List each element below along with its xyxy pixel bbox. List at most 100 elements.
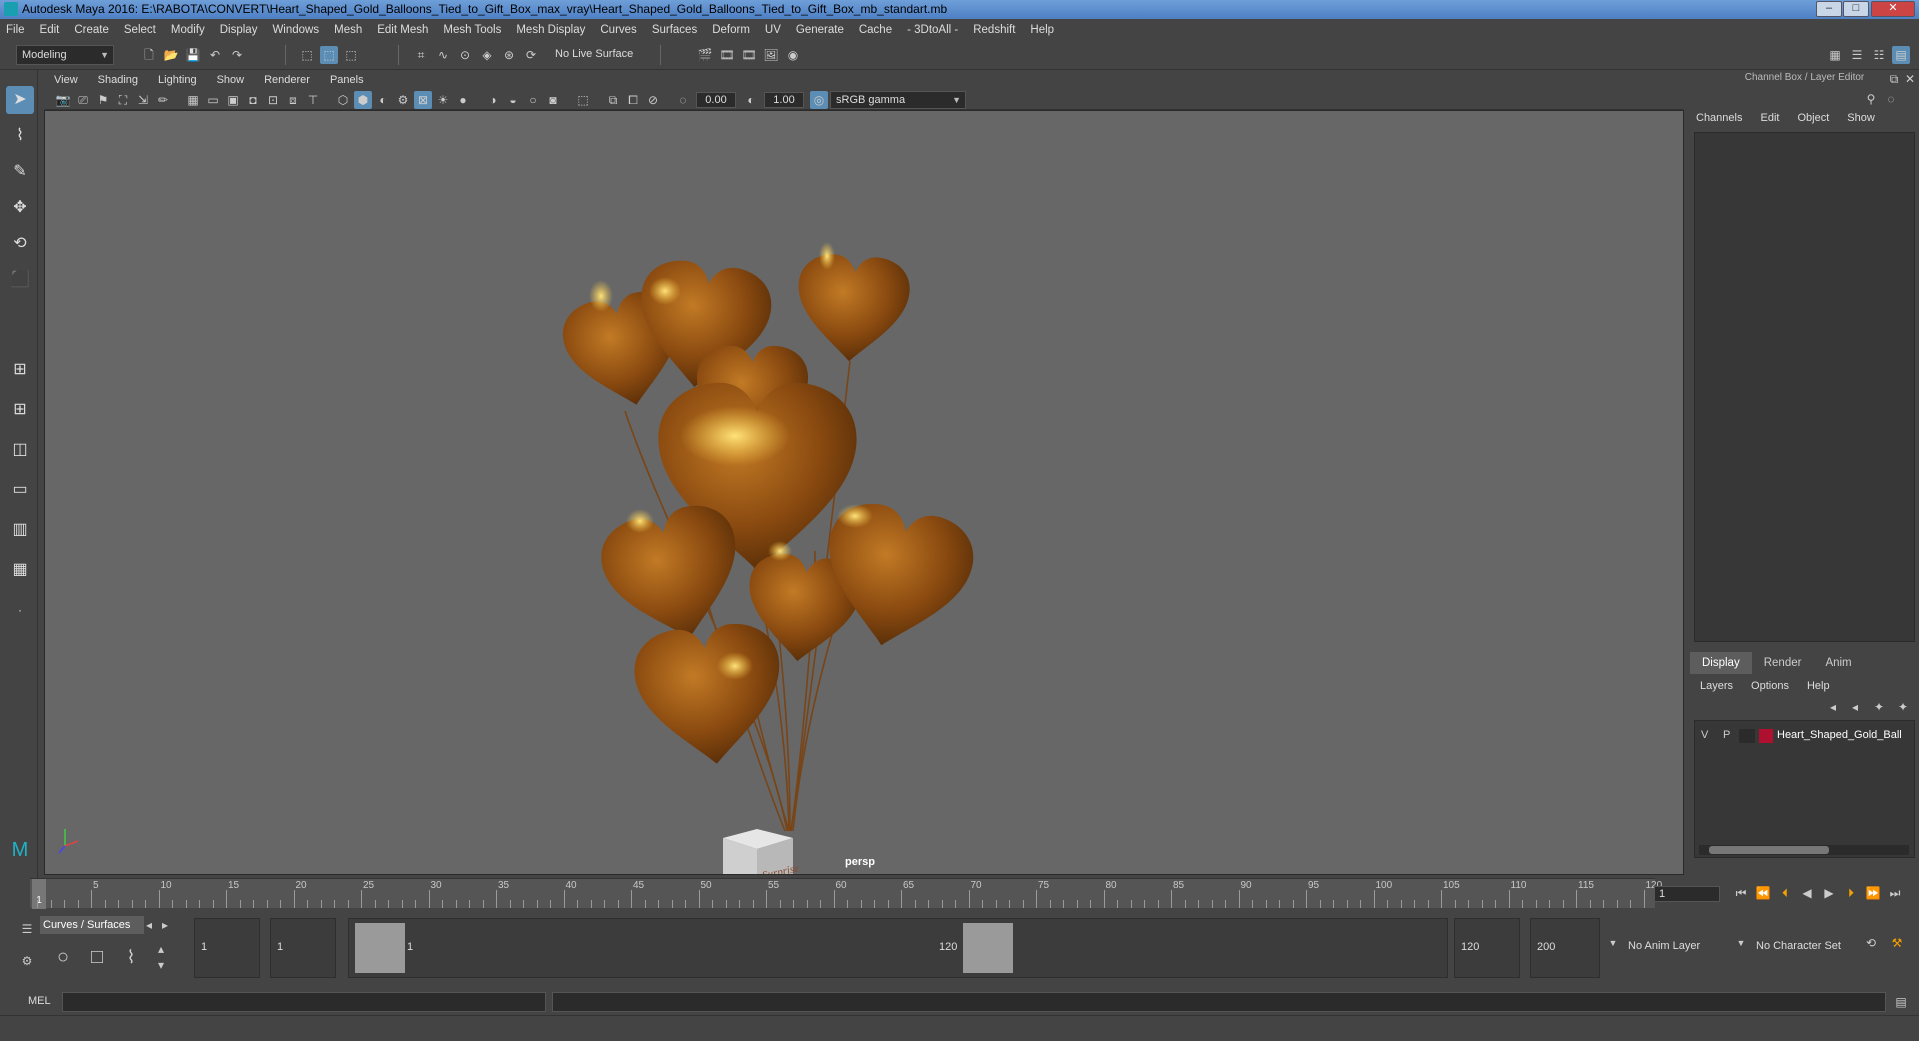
- ep-curve-tool-icon[interactable]: ⌇: [118, 944, 144, 970]
- scale-tool-icon[interactable]: ⬛: [6, 266, 34, 294]
- layer-editor-icon[interactable]: ◌: [1882, 90, 1900, 108]
- nurbs-circle-icon[interactable]: ○: [50, 944, 76, 970]
- go-to-start-icon[interactable]: ⏮: [1732, 884, 1750, 902]
- open-scene-icon[interactable]: 📂: [162, 46, 180, 64]
- command-language-label[interactable]: MEL: [28, 995, 51, 1007]
- range-end-handle[interactable]: [963, 923, 1013, 973]
- bookmark-icon[interactable]: ⚑: [94, 91, 112, 109]
- menu-display[interactable]: Display: [220, 24, 258, 36]
- redo-icon[interactable]: ↷: [228, 46, 246, 64]
- use-all-lights-icon[interactable]: ⊠: [414, 91, 432, 109]
- xray-active-components-icon[interactable]: ⧉: [604, 91, 622, 109]
- wireframe-on-shaded-icon[interactable]: ◐: [374, 91, 392, 109]
- new-layer-selected-icon[interactable]: ✦: [1894, 698, 1912, 716]
- snap-to-curve-icon[interactable]: ∿: [434, 46, 452, 64]
- viewport-menu-panels[interactable]: Panels: [330, 74, 364, 86]
- grease-pencil-icon[interactable]: ✏: [154, 91, 172, 109]
- time-slider-track[interactable]: 1 5 10 15 20 25 30 35 40 45 50 55 60 65 70 75 80 85 90 95 1…: [30, 878, 1662, 909]
- maximize-button[interactable]: □: [1843, 1, 1869, 17]
- safe-title-icon[interactable]: ⊤: [304, 91, 322, 109]
- mode-selector[interactable]: Modeling ▼: [16, 45, 114, 65]
- render-settings-icon[interactable]: 🎬: [696, 46, 714, 64]
- range-start-handle[interactable]: [355, 923, 405, 973]
- animation-end-field[interactable]: 200: [1530, 918, 1600, 978]
- menu-help[interactable]: Help: [1030, 24, 1054, 36]
- make-live-icon[interactable]: ⊛: [500, 46, 518, 64]
- channel-box-toggle-icon[interactable]: ▤: [1892, 46, 1910, 64]
- menu-file[interactable]: File: [6, 24, 25, 36]
- shelf-tab-curves-surfaces[interactable]: Curves / Surfaces: [40, 916, 144, 934]
- chevron-down-icon[interactable]: ▼: [1732, 934, 1750, 952]
- scrollbar-thumb[interactable]: [1709, 846, 1829, 854]
- isolate-select-icon[interactable]: ◙: [544, 91, 562, 109]
- attribute-editor-icon[interactable]: ☰: [1848, 46, 1866, 64]
- motion-blur-icon[interactable]: ◑: [484, 91, 502, 109]
- persp-outliner-layout-icon[interactable]: ▭: [6, 476, 34, 504]
- multisample-aa-icon[interactable]: ◒: [504, 91, 522, 109]
- tool-settings-icon[interactable]: ☷: [1870, 46, 1888, 64]
- save-scene-icon[interactable]: 💾: [184, 46, 202, 64]
- script-editor-icon[interactable]: ▤: [1892, 993, 1910, 1011]
- render-current-frame-icon[interactable]: 🎞: [718, 46, 736, 64]
- time-slider[interactable]: 1 5 10 15 20 25 30 35 40 45 50 55 60 65 70 75 80 85 90 95 1…: [14, 878, 1662, 910]
- viewport-menu-shading[interactable]: Shading: [98, 74, 138, 86]
- film-gate-icon[interactable]: ▭: [204, 91, 222, 109]
- play-backwards-icon[interactable]: ◀: [1798, 884, 1816, 902]
- channel-box-area[interactable]: [1694, 132, 1915, 642]
- animation-preferences-icon[interactable]: ⚒: [1888, 934, 1906, 952]
- snap-to-point-icon[interactable]: ⊙: [456, 46, 474, 64]
- backface-culling-icon[interactable]: ⊘: [644, 91, 662, 109]
- hypershade-icon[interactable]: ◉: [784, 46, 802, 64]
- menu-edit-mesh[interactable]: Edit Mesh: [377, 24, 428, 36]
- viewport-menu-show[interactable]: Show: [217, 74, 245, 86]
- layer-row[interactable]: V P Heart_Shaped_Gold_Ball: [1695, 727, 1916, 745]
- image-plane-icon[interactable]: ⛶: [114, 91, 132, 109]
- minimize-button[interactable]: –: [1816, 1, 1842, 17]
- gate-mask-icon[interactable]: ◘: [244, 91, 262, 109]
- menu-modify[interactable]: Modify: [171, 24, 205, 36]
- close-button[interactable]: ✕: [1871, 1, 1915, 17]
- camera-select-icon[interactable]: 📷: [54, 91, 72, 109]
- modeling-toolkit-icon[interactable]: ▦: [1826, 46, 1844, 64]
- nurbs-square-icon[interactable]: □: [84, 944, 110, 970]
- layer-menu-help[interactable]: Help: [1807, 680, 1830, 692]
- channel-box-menu-object[interactable]: Object: [1797, 112, 1829, 124]
- layer-color-swatch[interactable]: [1759, 729, 1773, 743]
- layer-playback-toggle[interactable]: P: [1723, 729, 1730, 741]
- menu-mesh-tools[interactable]: Mesh Tools: [443, 24, 501, 36]
- menu-mesh-display[interactable]: Mesh Display: [516, 24, 585, 36]
- tab-display[interactable]: Display: [1690, 652, 1752, 674]
- snap-to-view-plane-icon[interactable]: ◈: [478, 46, 496, 64]
- channel-box-icon[interactable]: ⚲: [1862, 90, 1880, 108]
- layer-visibility-toggle[interactable]: V: [1701, 729, 1708, 741]
- smooth-shade-icon[interactable]: ⬢: [354, 91, 372, 109]
- menu-windows[interactable]: Windows: [272, 24, 319, 36]
- range-slider-bar[interactable]: 1 120: [348, 918, 1448, 978]
- resolution-gate-icon[interactable]: ▣: [224, 91, 242, 109]
- persp-graph-layout-icon[interactable]: ▥: [6, 516, 34, 544]
- menu-select[interactable]: Select: [124, 24, 156, 36]
- gamma-icon[interactable]: ◐: [742, 91, 760, 109]
- viewport-menu-lighting[interactable]: Lighting: [158, 74, 197, 86]
- xray-joints-icon[interactable]: ⧠: [624, 91, 642, 109]
- playback-start-field[interactable]: 1: [270, 918, 336, 978]
- menu-curves[interactable]: Curves: [600, 24, 636, 36]
- shelf-settings-icon[interactable]: ⚙: [18, 952, 36, 970]
- collapse-icon[interactable]: ·: [6, 596, 34, 624]
- move-layer-up-icon[interactable]: ◂: [1824, 698, 1842, 716]
- step-back-frame-icon[interactable]: ⏪: [1754, 884, 1772, 902]
- paint-select-tool-icon[interactable]: ✎: [6, 158, 34, 186]
- viewport-menu-view[interactable]: View: [54, 74, 78, 86]
- chevron-down-icon[interactable]: ▼: [1604, 934, 1622, 952]
- menu-generate[interactable]: Generate: [796, 24, 844, 36]
- shelf-menu-icon[interactable]: ☰: [18, 920, 36, 938]
- menu-3dtoall[interactable]: - 3DtoAll -: [907, 24, 958, 36]
- twod-pan-zoom-icon[interactable]: ⇲: [134, 91, 152, 109]
- layer-reference-toggle[interactable]: [1739, 729, 1755, 743]
- wireframe-icon[interactable]: ⬡: [334, 91, 352, 109]
- step-forward-frame-icon[interactable]: ⏩: [1864, 884, 1882, 902]
- select-by-component-icon[interactable]: ⬚: [342, 46, 360, 64]
- single-perspective-layout-icon[interactable]: ⊞: [6, 396, 34, 424]
- step-back-key-icon[interactable]: ⏴: [1776, 884, 1794, 902]
- grid-icon[interactable]: ▦: [184, 91, 202, 109]
